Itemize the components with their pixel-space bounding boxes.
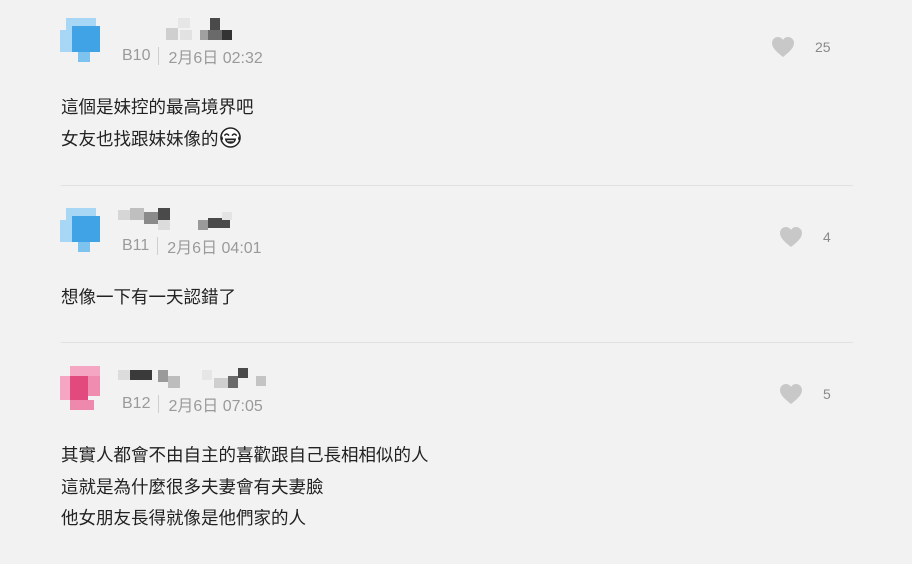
avatar[interactable] [60, 366, 102, 414]
like-button[interactable]: 25 [771, 36, 835, 58]
comment-content: 想像一下有一天認錯了 [61, 282, 236, 314]
comment-line: 其實人都會不由自主的喜歡跟自己長相相似的人 [61, 445, 429, 465]
avatar[interactable] [60, 208, 102, 256]
comment-time: 2月6日 02:32 [168, 50, 263, 67]
comment-divider [61, 342, 853, 343]
meta-separator [157, 237, 159, 255]
heart-icon[interactable] [779, 383, 803, 405]
comment-line: 這個是妹控的最高境界吧 [61, 97, 254, 117]
like-button[interactable]: 4 [779, 226, 843, 248]
comment-time: 2月6日 07:05 [168, 398, 263, 415]
heart-icon[interactable] [779, 226, 803, 248]
like-button[interactable]: 5 [779, 383, 843, 405]
comment-divider [61, 185, 853, 186]
username-blurred[interactable] [118, 18, 288, 40]
username-blurred[interactable] [118, 208, 288, 230]
comment-line-with-emoji: 女友也找跟妹妹像的 [61, 124, 254, 156]
meta-separator [158, 47, 160, 65]
heart-icon[interactable] [771, 36, 795, 58]
floor-number[interactable]: B12 [122, 395, 158, 413]
like-count: 4 [823, 229, 831, 245]
username-blurred[interactable] [118, 366, 288, 388]
floor-number[interactable]: B10 [122, 47, 158, 65]
comment-time: 2月6日 04:01 [167, 240, 262, 257]
like-count: 5 [823, 386, 831, 402]
avatar[interactable] [60, 18, 102, 66]
comment-meta: B11 2月6日 04:01 [122, 234, 262, 258]
face-with-tears-of-joy-icon [219, 126, 241, 148]
floor-number[interactable]: B11 [122, 237, 157, 255]
comment-meta: B12 2月6日 07:05 [122, 392, 263, 416]
comment-meta: B10 2月6日 02:32 [122, 44, 263, 68]
comment-content: 這個是妹控的最高境界吧 女友也找跟妹妹像的 [61, 92, 254, 155]
comment-content: 其實人都會不由自主的喜歡跟自己長相相似的人 這就是為什麼很多夫妻會有夫妻臉 他女… [61, 440, 429, 535]
comment-line: 他女朋友長得就像是他們家的人 [61, 508, 306, 528]
meta-separator [158, 395, 160, 413]
comment-line: 女友也找跟妹妹像的 [61, 128, 219, 149]
like-count: 25 [815, 39, 831, 55]
comment-line: 這就是為什麼很多夫妻會有夫妻臉 [61, 476, 324, 497]
comment-line: 想像一下有一天認錯了 [61, 287, 236, 307]
